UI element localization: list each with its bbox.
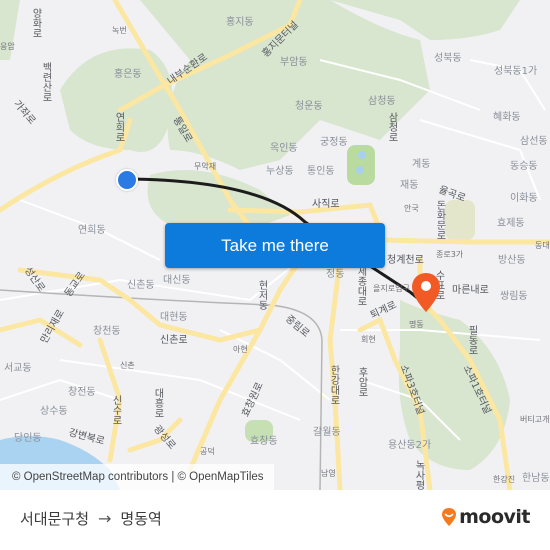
footer: 서대문구청 → 명동역 moovit xyxy=(0,490,550,550)
moovit-logo: moovit xyxy=(441,506,530,528)
map-label: 이화동 xyxy=(510,193,538,204)
map-label: 돈화문로 xyxy=(434,200,445,240)
map-label: 필동로 xyxy=(466,325,477,355)
map-label: 서교동 xyxy=(4,363,32,374)
map-label: 신촌 xyxy=(120,361,135,370)
map-label: 동대 xyxy=(535,241,550,250)
map-label: 남영 xyxy=(321,469,336,478)
map-label: 쌍림동 xyxy=(500,291,528,302)
map-label: 옥인동 xyxy=(270,143,298,154)
route-title: 서대문구청 → 명동역 xyxy=(20,508,162,529)
map-label: 신수로 xyxy=(110,395,121,425)
map-label: 상수동 xyxy=(40,406,68,417)
map-label: 대현동 xyxy=(160,312,188,323)
map-label: 한강대로 xyxy=(328,365,339,405)
take-me-there-button[interactable]: Take me there xyxy=(165,223,385,268)
map-view[interactable]: 녹번 홍은동 홍지동 홍지문터널 내부순환로 부암동 성북동 성북동1가 삼청동… xyxy=(0,0,550,490)
moovit-pin-icon xyxy=(442,508,457,526)
map-label: 누상동 xyxy=(266,166,294,177)
map-label: 을지로입구 xyxy=(373,284,410,293)
map-label: 홍지동 xyxy=(226,17,254,28)
map-label: 부암동 xyxy=(280,57,308,68)
destination-name: 명동역 xyxy=(120,510,162,528)
map-label: 녹사평 xyxy=(413,460,424,490)
map-label: 성북동1가 xyxy=(494,66,538,77)
map-label: 사직로 xyxy=(312,199,340,210)
map-label: 당인동 xyxy=(14,433,42,444)
map-attribution[interactable]: © OpenStreetMap contributors | © OpenMap… xyxy=(0,464,274,490)
map-label: 명동 xyxy=(409,320,424,329)
arrow-right-icon: → xyxy=(98,509,112,528)
map-label: 창천동 xyxy=(93,326,121,337)
map-label: 녹번 xyxy=(112,26,127,35)
map-label: 종로3가 xyxy=(436,250,464,259)
moovit-wordmark: moovit xyxy=(459,506,530,528)
map-label: 연희동 xyxy=(78,225,106,236)
map-label: 재동 xyxy=(400,180,419,191)
map-label: 정동 xyxy=(326,269,345,280)
map-label: 한강진 xyxy=(493,475,516,484)
map-label: 무악재 xyxy=(194,162,217,171)
map-label: 삼청로 xyxy=(386,112,397,142)
destination-pin-icon[interactable] xyxy=(410,272,442,314)
map-label: 안국 xyxy=(404,204,419,213)
map-label: 현저동 xyxy=(256,280,267,310)
map-label: 연희로 xyxy=(113,112,124,142)
map-label: 공덕 xyxy=(200,447,215,456)
map-label: 궁정동 xyxy=(320,137,348,148)
map-label: 양화로 xyxy=(30,8,41,38)
map-label: 세종대로 xyxy=(355,266,366,306)
map-label: 청계천로 xyxy=(387,255,424,266)
map-label: 혜화동 xyxy=(493,112,521,123)
map-label: 성북동 xyxy=(434,53,462,64)
map-label: 응암 xyxy=(0,42,15,51)
map-label: 청운동 xyxy=(295,101,323,112)
map-label: 아현 xyxy=(233,345,248,354)
map-label: 후암로 xyxy=(356,367,367,397)
map-label: 신촌동 xyxy=(127,280,155,291)
origin-name: 서대문구청 xyxy=(20,510,90,528)
map-label: 회현 xyxy=(361,335,376,344)
map-label: 창전동 xyxy=(68,387,96,398)
map-label: 대신동 xyxy=(163,275,191,286)
map-label: 홍은동 xyxy=(114,69,142,80)
map-label: 마른내로 xyxy=(452,285,489,296)
map-label: 대흥로 xyxy=(152,388,163,418)
map-label: 계동 xyxy=(412,159,431,170)
map-label: 신촌로 xyxy=(160,335,188,346)
map-label: 갈월동 xyxy=(313,427,341,438)
map-label: 동승동 xyxy=(510,161,538,172)
map-label: 백련산로 xyxy=(40,62,51,102)
origin-marker[interactable] xyxy=(116,169,138,191)
map-label: 삼청동 xyxy=(368,96,396,107)
map-label: 한남동 xyxy=(522,473,550,484)
map-label: 효제동 xyxy=(497,218,525,229)
map-label: 통인동 xyxy=(307,166,335,177)
map-label: 버티고개 xyxy=(520,415,550,424)
map-label: 방산동 xyxy=(498,255,526,266)
map-label: 용산동2가 xyxy=(388,440,432,451)
map-label: 삼선동 xyxy=(520,136,548,147)
map-label: 효창동 xyxy=(250,436,278,447)
